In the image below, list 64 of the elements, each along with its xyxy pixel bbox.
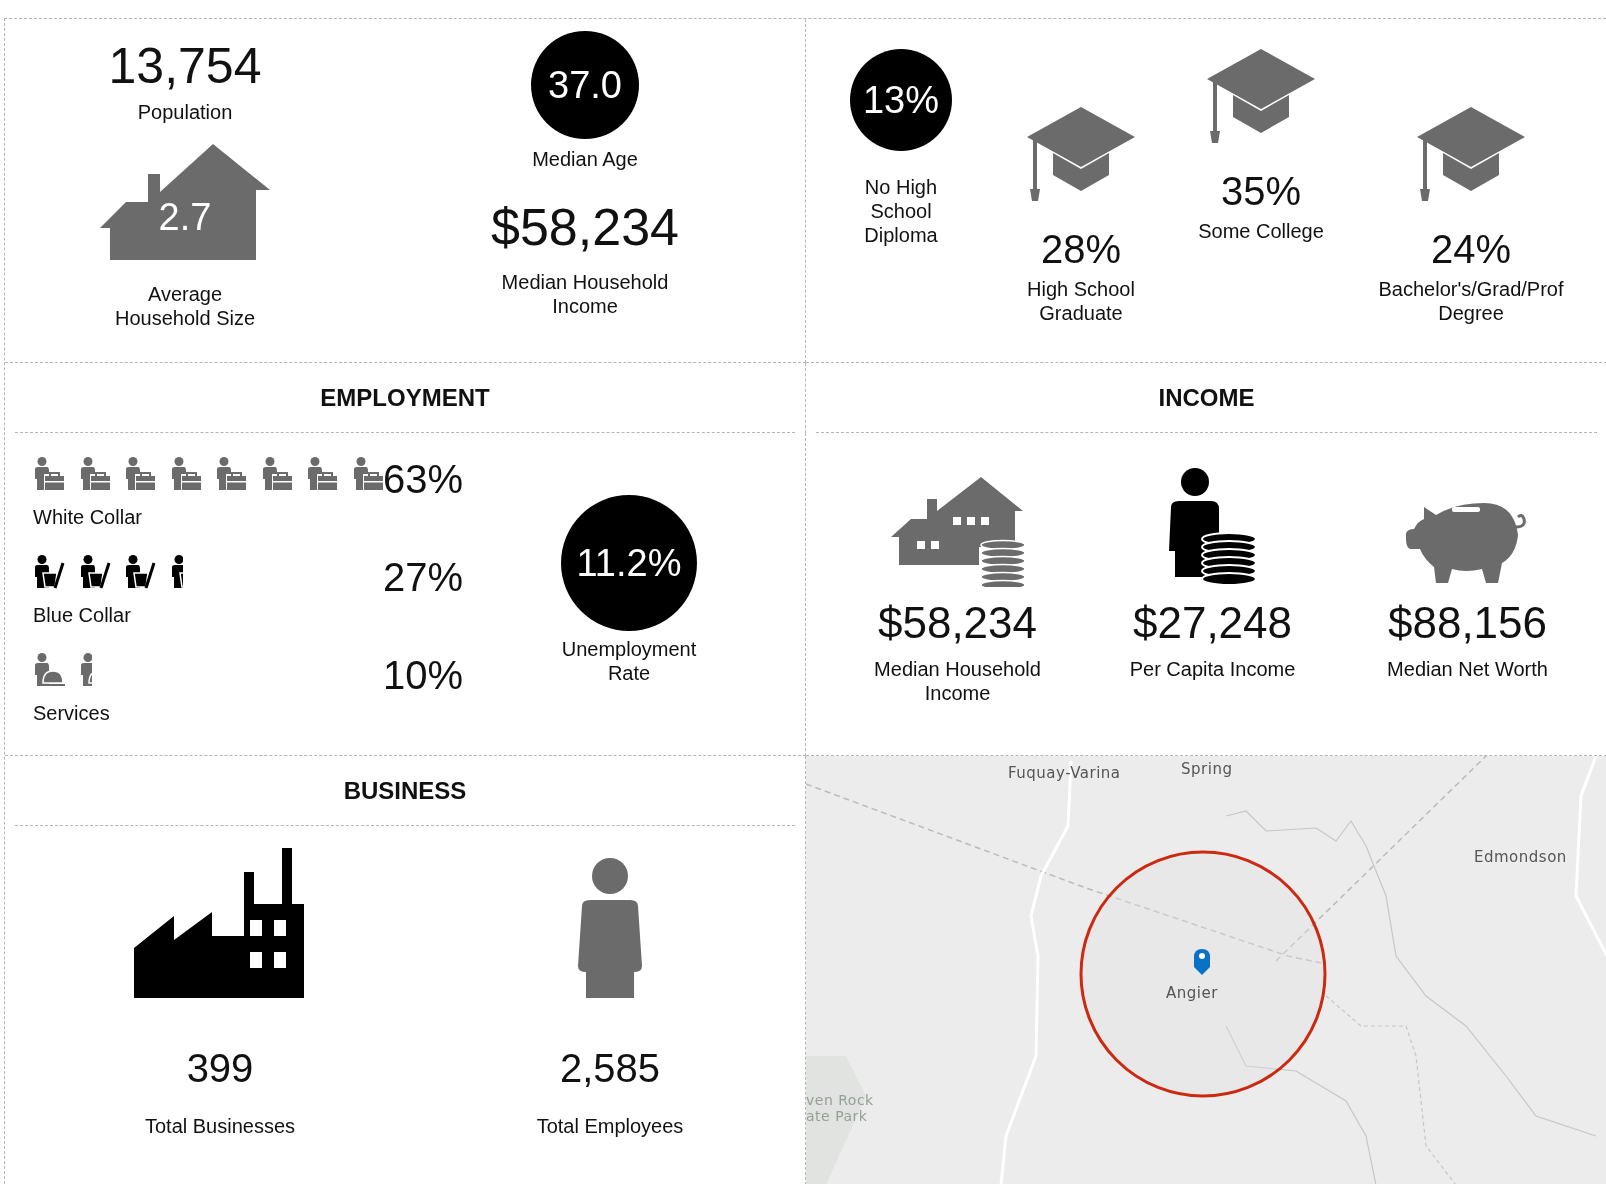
percent-value: 27%: [383, 555, 464, 599]
house-icon: [100, 144, 270, 260]
stat-label: Per Capita Income: [1128, 657, 1297, 682]
office-worker-icon: [351, 457, 384, 491]
location-pin-icon: [1194, 949, 1210, 975]
section-title: INCOME: [1158, 383, 1255, 412]
factory-icon: [134, 848, 306, 998]
laborer-icon: [124, 555, 156, 589]
stat-value: 2.7: [157, 196, 213, 239]
stat-label: Average Household Size: [113, 282, 257, 330]
map-place-label: Edmondson: [1474, 848, 1567, 866]
stat-value: $88,156: [1387, 599, 1548, 648]
stat-label: Some College: [1197, 219, 1325, 243]
office-worker-icon: [78, 457, 111, 491]
percent-badge: 13%: [850, 49, 952, 151]
stat-value: 24%: [1430, 227, 1512, 271]
graduation-cap-icon: [1027, 107, 1135, 203]
office-worker-icon: [260, 457, 293, 491]
stat-label: Median Household Income: [873, 657, 1042, 706]
office-worker-icon: [124, 457, 156, 491]
stat-value: $58,234: [491, 199, 679, 257]
office-worker-icon: [306, 457, 338, 491]
partial-laborer-icon: [169, 555, 183, 589]
stat-value: 2,585: [559, 1046, 661, 1090]
stat-label: No High School Diploma: [863, 175, 939, 247]
stat-value: $58,234: [877, 599, 1038, 648]
stat-value: $27,248: [1132, 599, 1293, 648]
category-label: Blue Collar: [33, 603, 132, 627]
percent-value: 63%: [383, 457, 464, 501]
map-park-label: ate Park: [806, 1108, 868, 1124]
stat-label: Median Age: [532, 147, 638, 171]
stat-label: Bachelor's/Grad/Prof Degree: [1377, 277, 1565, 325]
laborer-icon: [78, 555, 111, 589]
stat-value: 399: [186, 1046, 254, 1090]
house-with-coins-icon: [890, 477, 1025, 587]
stat-value: 13,754: [108, 39, 262, 94]
stat-value: 35%: [1220, 169, 1302, 213]
stat-label: Unemployment Rate: [560, 637, 698, 685]
partial-service-worker-icon: [78, 653, 92, 687]
map-park-label: ven Rock: [806, 1092, 874, 1108]
office-worker-icon: [33, 457, 65, 491]
unemployment-badge: 11.2%: [561, 495, 697, 631]
stat-label: Total Employees: [536, 1114, 684, 1138]
section-title: EMPLOYMENT: [320, 383, 490, 412]
percent-value: 10%: [383, 653, 464, 697]
stat-label: Median Net Worth: [1386, 657, 1549, 682]
stat-label: Total Businesses: [144, 1114, 296, 1138]
stat-value: 28%: [1040, 227, 1122, 271]
category-label: Services: [33, 701, 111, 725]
stat-label: Population: [137, 100, 233, 124]
section-title: BUSINESS: [343, 776, 467, 805]
office-worker-icon: [215, 457, 247, 491]
stat-label: Median Household Income: [500, 270, 670, 319]
graduation-cap-icon: [1417, 107, 1525, 203]
map-place-label: Spring: [1181, 760, 1233, 778]
laborer-icon: [33, 555, 65, 589]
service-worker-icon: [33, 653, 65, 687]
stat-label: High School Graduate: [1026, 277, 1136, 325]
map-place-label: Fuquay-Varina: [1008, 764, 1121, 782]
office-worker-icon: [169, 457, 202, 491]
age-badge: 37.0: [531, 31, 639, 139]
graduation-cap-icon: [1207, 49, 1315, 145]
map-place-label: Angier: [1166, 984, 1218, 1002]
category-label: White Collar: [33, 505, 143, 529]
